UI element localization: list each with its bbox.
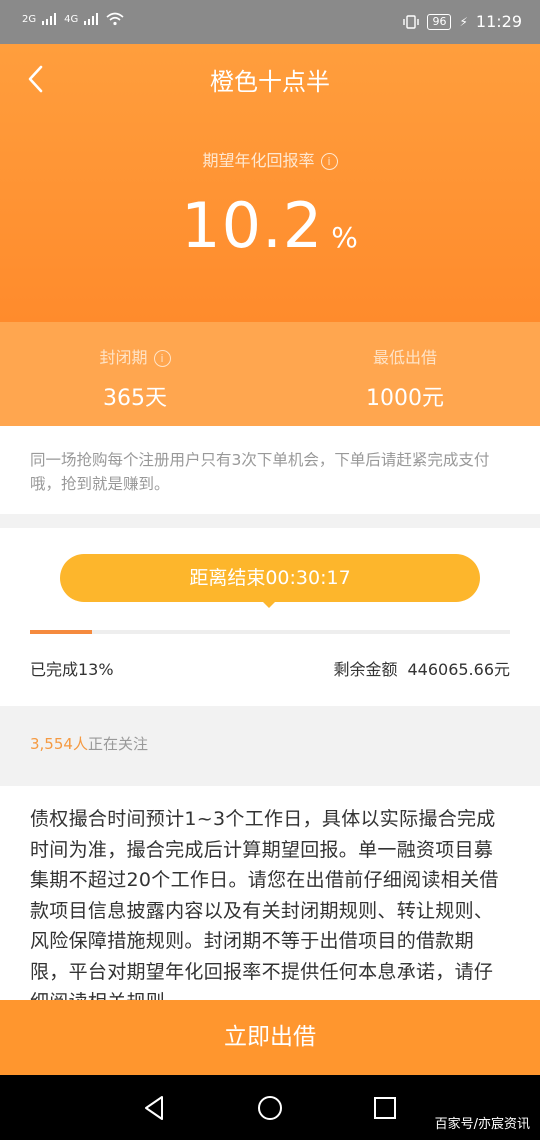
lock-period-label: 封闭期 <box>99 348 148 367</box>
invest-now-button[interactable]: 立即出借 <box>0 1000 540 1075</box>
signal-icon <box>42 13 57 25</box>
remaining-value: 446065.66元 <box>407 660 510 679</box>
project-description: 债权撮合时间预计1~3个工作日，具体以实际撮合完成时间为准，撮合完成后计算期望回… <box>0 786 540 1000</box>
lock-period-stat: 封闭期 i 365天 <box>0 322 270 412</box>
completed-label: 已完成13% <box>30 660 114 679</box>
network-2g-label: 2G <box>22 13 37 25</box>
wifi-icon <box>106 12 124 26</box>
nav-back-icon[interactable] <box>140 1093 170 1123</box>
followers-text: 3,554人正在关注 <box>30 733 148 754</box>
countdown-pointer <box>261 600 277 608</box>
remaining-amount: 剩余金额 446065.66元 <box>333 656 510 680</box>
rate-unit: % <box>331 221 359 254</box>
network-indicators: 2G 4G <box>22 12 124 26</box>
nav-recents-icon[interactable] <box>370 1093 400 1123</box>
nav-home-icon[interactable] <box>255 1093 285 1123</box>
rate-label: 期望年化回报率 <box>202 151 315 170</box>
info-icon[interactable]: i <box>153 350 171 367</box>
status-bar: 2G 4G 96 ⚡ 11:29 <box>0 0 540 44</box>
battery-level: 96 <box>427 13 452 30</box>
min-investment-stat: 最低出借 1000元 <box>270 322 540 412</box>
info-icon[interactable]: i <box>320 153 338 170</box>
rate-label-row: 期望年化回报率 i <box>0 147 540 171</box>
progress-fill <box>30 630 93 634</box>
rate-value-row: 10.2% <box>0 189 540 262</box>
hero-section: 橙色十点半 期望年化回报率 i 10.2% <box>0 44 540 322</box>
network-4g-label: 4G <box>64 13 79 25</box>
min-investment-value: 1000元 <box>366 386 444 411</box>
page-title: 橙色十点半 <box>210 68 330 96</box>
signal-icon-2 <box>84 13 99 25</box>
min-investment-label: 最低出借 <box>372 348 437 367</box>
purchase-notice: 同一场抢购每个注册用户只有3次下单机会，下单后请赶紧完成支付哦，抢到就是赚到。 <box>0 426 540 514</box>
followers-row: 3,554人正在关注 <box>0 718 540 772</box>
followers-label: 正在关注 <box>87 735 148 753</box>
lock-period-value: 365天 <box>103 386 167 411</box>
progress-track <box>30 630 510 634</box>
description-text: 债权撮合时间预计1~3个工作日，具体以实际撮合完成时间为准，撮合完成后计算期望回… <box>30 808 499 1000</box>
countdown-badge: 距离结束00:30:17 <box>60 554 480 602</box>
rate-value: 10.2 <box>181 189 324 262</box>
clock: 11:29 <box>475 12 522 31</box>
followers-count: 3,554人 <box>30 735 88 753</box>
remaining-label: 剩余金额 <box>333 660 398 679</box>
status-right: 96 ⚡ 11:29 <box>403 12 522 31</box>
stats-bar: 封闭期 i 365天 最低出借 1000元 <box>0 322 540 426</box>
progress-card: 距离结束00:30:17 已完成13% 剩余金额 446065.66元 <box>0 528 540 706</box>
charging-icon: ⚡ <box>459 14 468 29</box>
lock-period-label-row: 封闭期 i <box>0 344 270 368</box>
watermark: 百家号/亦宸资讯 <box>434 1117 530 1132</box>
notice-text: 同一场抢购每个注册用户只有3次下单机会，下单后请赶紧完成支付哦，抢到就是赚到。 <box>30 451 490 493</box>
vibrate-icon <box>403 14 420 29</box>
